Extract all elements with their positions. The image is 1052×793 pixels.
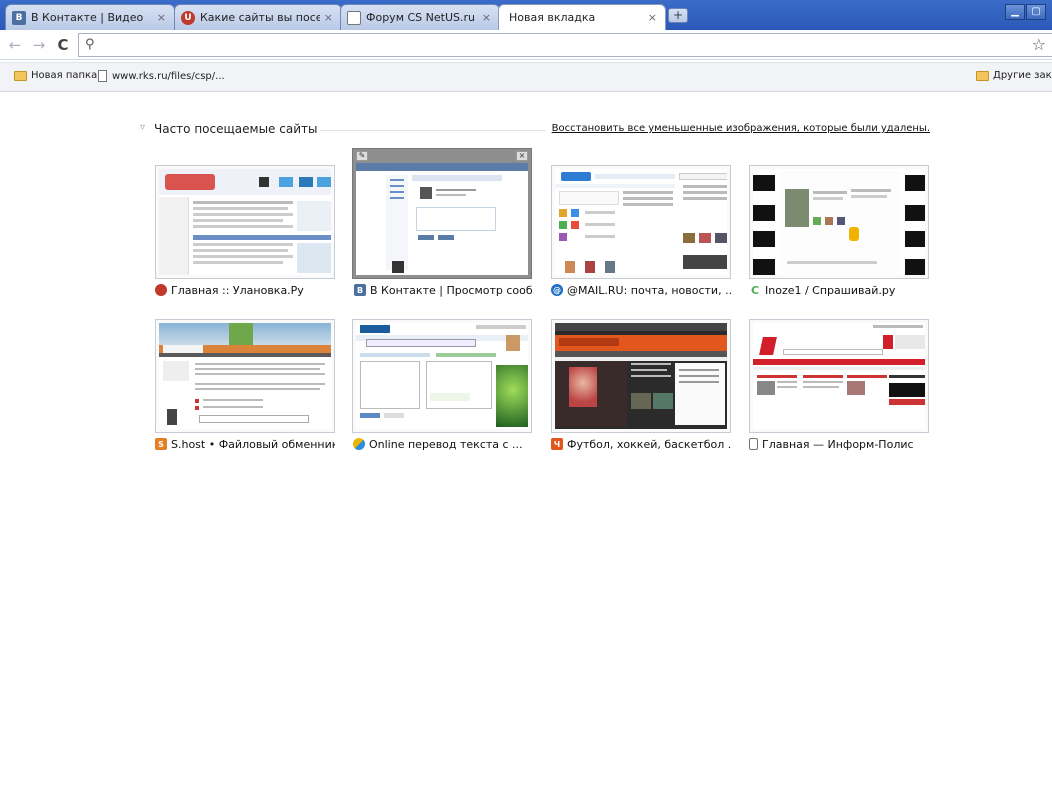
- folder-icon: [14, 70, 27, 81]
- tab-title: Какие сайты вы посещае...: [200, 11, 320, 24]
- ulanovka-icon: [155, 284, 167, 296]
- site-preview: [159, 323, 331, 429]
- site-preview: [356, 163, 528, 275]
- site-preview: [555, 323, 727, 429]
- section-title: Часто посещаемые сайты: [154, 122, 324, 136]
- tab-title: Новая вкладка: [509, 11, 596, 24]
- toolbar: ← → C ⚲ ☆: [0, 30, 1052, 60]
- other-bookmarks-label: Другие заклад: [993, 70, 1052, 81]
- site-preview: [555, 169, 727, 275]
- pin-icon[interactable]: ✎: [356, 151, 368, 161]
- tab-new-tab[interactable]: Новая вкладка ×: [498, 4, 666, 30]
- remove-thumbnail-button[interactable]: ×: [516, 151, 528, 161]
- minimize-button[interactable]: ▁: [1005, 4, 1025, 20]
- reload-button[interactable]: C: [53, 35, 73, 55]
- close-icon[interactable]: ×: [157, 11, 166, 24]
- thumbnail-caption[interactable]: S S.host • Файловый обменник: [155, 436, 335, 452]
- caption-text: Online перевод текста с ...: [369, 437, 523, 451]
- thumbnail-translate[interactable]: [352, 319, 532, 433]
- caption-text: @MAIL.RU: почта, новости, ...: [567, 283, 731, 297]
- tab-title: Форум CS NetUS.ru: [366, 11, 475, 24]
- thumbnail-caption[interactable]: C Inoze1 / Спрашивай.ру: [749, 282, 929, 298]
- caption-text: В Контакте | Просмотр сооб...: [370, 283, 534, 297]
- caption-text: Inoze1 / Спрашивай.ру: [765, 283, 896, 297]
- bookmark-label: www.rks.ru/files/csp/...: [112, 70, 225, 82]
- bookmark-star-icon[interactable]: ☆: [1032, 35, 1046, 54]
- shost-icon: S: [155, 438, 167, 450]
- thumbnail-inform-polis[interactable]: [749, 319, 929, 433]
- collapse-icon[interactable]: ▿: [140, 122, 145, 133]
- site-preview: [159, 169, 331, 275]
- address-input[interactable]: [103, 36, 1003, 54]
- close-icon[interactable]: ×: [648, 11, 657, 24]
- bookmark-label: Новая папка: [31, 70, 98, 81]
- new-tab-button[interactable]: +: [668, 8, 688, 23]
- caption-text: Футбол, хоккей, баскетбол ...: [567, 437, 731, 451]
- sprashivai-icon: C: [749, 283, 761, 297]
- restore-thumbnails-link[interactable]: Восстановить все уменьшенные изображения…: [545, 123, 930, 134]
- caption-text: S.host • Файловый обменник: [171, 437, 335, 451]
- site-preview: [753, 169, 925, 275]
- site-preview: [753, 323, 925, 429]
- other-bookmarks[interactable]: Другие заклад: [976, 70, 1052, 81]
- search-icon: ⚲: [85, 37, 95, 52]
- thumbnail-sprashivai[interactable]: [749, 165, 929, 279]
- tab-cs-forum[interactable]: Форум CS NetUS.ru ×: [340, 4, 500, 30]
- maximize-button[interactable]: ▢: [1026, 4, 1046, 20]
- page-icon: [98, 70, 107, 82]
- thumbnail-championat[interactable]: [551, 319, 731, 433]
- most-visited-header: ▿ Часто посещаемые сайты Восстановить вс…: [140, 122, 930, 138]
- close-icon[interactable]: ×: [324, 11, 333, 24]
- tab-title: В Контакте | Видео: [31, 11, 144, 24]
- thumbnail-caption[interactable]: Главная — Информ-Полис: [749, 436, 929, 452]
- thumbnail-shost[interactable]: [155, 319, 335, 433]
- caption-text: Главная :: Улановка.Ру: [171, 283, 304, 297]
- thumbnail-caption[interactable]: Главная :: Улановка.Ру: [155, 282, 335, 298]
- thumbnail-caption[interactable]: Online перевод текста с ...: [353, 436, 533, 452]
- thumbnail-ulanovka[interactable]: [155, 165, 335, 279]
- back-button[interactable]: ←: [5, 35, 25, 55]
- page-icon: [347, 10, 361, 25]
- championat-icon: Ч: [551, 438, 563, 450]
- vk-icon: B: [12, 10, 26, 25]
- tab-vk-video[interactable]: B В Контакте | Видео ×: [5, 4, 175, 30]
- bookmarks-bar: Новая папка www.rks.ru/files/csp/... Дру…: [0, 62, 1052, 92]
- site-preview: [356, 323, 528, 429]
- omnibox[interactable]: ⚲ ☆: [78, 33, 1052, 57]
- caption-text: Главная — Информ-Полис: [762, 437, 914, 451]
- translate-icon: [353, 438, 365, 450]
- ulanovka-icon: U: [181, 10, 195, 25]
- tab-sites-question[interactable]: U Какие сайты вы посещае... ×: [174, 4, 342, 30]
- thumbnail-caption[interactable]: Ч Футбол, хоккей, баскетбол ...: [551, 436, 731, 452]
- thumbnail-caption[interactable]: B В Контакте | Просмотр сооб...: [354, 282, 534, 298]
- thumbnail-mailru[interactable]: [551, 165, 731, 279]
- bookmark-folder[interactable]: Новая папка: [14, 70, 97, 81]
- thumbnail-caption[interactable]: @ @MAIL.RU: почта, новости, ...: [551, 282, 731, 298]
- forward-button[interactable]: →: [29, 35, 49, 55]
- folder-icon: [976, 70, 989, 81]
- window-controls: ▁ ▢: [1005, 4, 1046, 20]
- mail-ru-icon: @: [551, 284, 563, 296]
- page-icon: [749, 438, 758, 450]
- close-icon[interactable]: ×: [482, 11, 491, 24]
- bookmark-link[interactable]: www.rks.ru/files/csp/...: [98, 70, 225, 82]
- tab-strip: B В Контакте | Видео × U Какие сайты вы …: [0, 0, 1052, 30]
- vk-icon: B: [354, 284, 366, 296]
- thumbnail-vk[interactable]: ✎ ×: [352, 148, 532, 279]
